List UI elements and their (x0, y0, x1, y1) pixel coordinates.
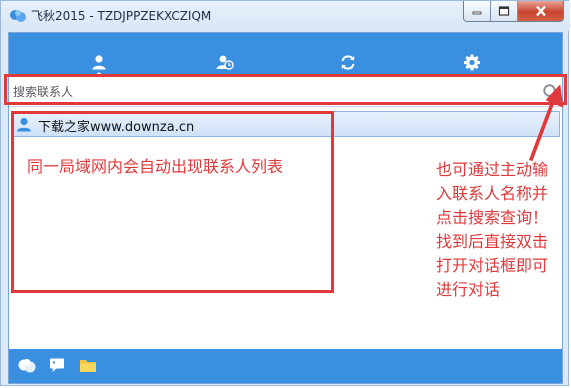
nav-tabs (9, 33, 562, 77)
close-button[interactable] (518, 1, 563, 21)
tab-settings[interactable] (442, 33, 502, 77)
search-annotation-line: 点击搜索查询！ (436, 208, 549, 227)
search-annotation: 也可通过主动输 入联系人名称并 点击搜索查询！ 找到后直接双击 打开对话框即可 … (436, 158, 566, 302)
app-logo-icon (10, 10, 26, 22)
search-annotation-line: 打开对话框即可 (436, 256, 549, 275)
tab-recent[interactable] (195, 33, 255, 77)
window-controls (463, 1, 564, 22)
window-title: 飞秋2015 - TZDJPPZEKXCZIQM (31, 9, 212, 23)
search-annotation-line: 也可通过主动输 (436, 160, 549, 179)
maximize-icon (498, 6, 510, 16)
search-annotation-line: 入联系人名称并 (436, 184, 549, 203)
search-annotation-line: 进行对话 (436, 280, 501, 299)
user-icon (92, 55, 106, 70)
minimize-button[interactable] (464, 1, 491, 21)
list-annotation: 同一局域网内会自动出现联系人列表 (27, 157, 284, 176)
search-bar (9, 77, 562, 107)
feiq-window: 飞秋2015 - TZDJPPZEKXCZIQM 搜索联系人 下载之家www.d… (0, 0, 570, 386)
minimize-icon (472, 11, 482, 15)
contact-name: 下载之家www.downza.cn (38, 120, 195, 135)
close-icon (535, 5, 546, 17)
annotation-arrow (528, 84, 564, 162)
bottom-toolbar (9, 349, 562, 383)
search-annotation-line: 找到后直接双击 (436, 232, 549, 251)
recent-contacts-icon (216, 55, 234, 70)
user-icon (17, 117, 31, 132)
contact-list-item[interactable]: 下载之家www.downza.cn (11, 111, 560, 137)
maximize-button[interactable] (491, 1, 518, 21)
tab-refresh[interactable] (318, 33, 378, 77)
list-highlight-box (11, 111, 334, 293)
app-logo-icon[interactable] (17, 357, 37, 375)
title-bar[interactable]: 飞秋2015 - TZDJPPZEKXCZIQM (1, 1, 570, 31)
folder-icon[interactable] (79, 357, 97, 373)
tab-contacts[interactable] (69, 33, 129, 77)
settings-icon (464, 54, 480, 71)
message-icon[interactable] (49, 357, 65, 373)
search-input[interactable] (13, 83, 533, 101)
refresh-icon (341, 55, 355, 70)
